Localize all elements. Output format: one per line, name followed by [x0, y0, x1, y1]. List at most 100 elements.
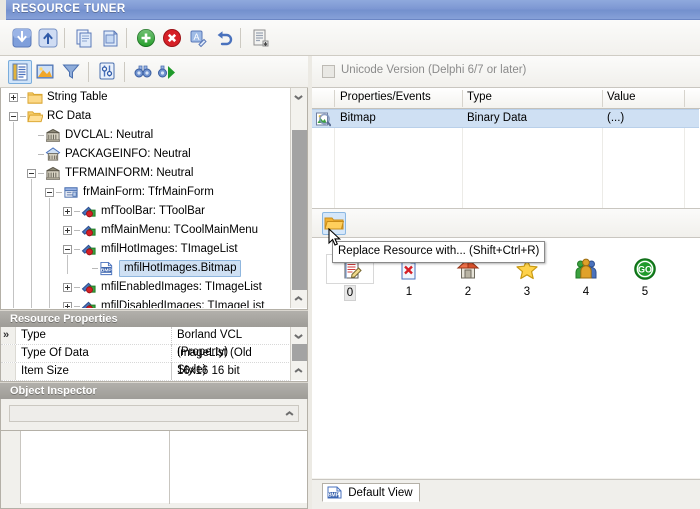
- collapse-node-icon[interactable]: [9, 112, 18, 121]
- tree-item[interactable]: BMP mfilHotImages.Bitmap: [1, 259, 289, 278]
- tree-item-label: TFRMAINFORM: Neutral: [65, 167, 194, 179]
- list-view-button[interactable]: [8, 60, 32, 84]
- properties-vertical-scrollbar[interactable]: [290, 327, 307, 380]
- expand-node-icon[interactable]: [9, 93, 18, 102]
- go-circle-icon: GO: [634, 258, 656, 280]
- image-list-item-index-wrap: 4: [562, 284, 610, 299]
- unicode-version-checkbox[interactable]: [322, 65, 335, 78]
- property-row[interactable]: » Type Borland VCL (Property): [1, 327, 291, 361]
- component-icon: [81, 225, 96, 237]
- find-next-button[interactable]: [156, 60, 180, 84]
- options-button[interactable]: [96, 60, 120, 84]
- properties-scroll-down-button[interactable]: [291, 364, 307, 380]
- expand-node-icon[interactable]: [63, 302, 72, 308]
- tree-connector: [38, 135, 44, 136]
- object-inspector-combo[interactable]: [9, 405, 299, 422]
- tree-item[interactable]: DVCLAL: Neutral: [1, 126, 289, 145]
- title-bar: RESOURCE TUNER: [0, 0, 700, 20]
- image-list-item[interactable]: GO 5: [621, 254, 669, 299]
- find-next-icon: [158, 65, 175, 79]
- tree-item[interactable]: mfilEnabledImages: TImageList: [1, 278, 289, 297]
- object-inspector-panel: [0, 399, 308, 509]
- scrollbar-thumb[interactable]: [292, 130, 307, 290]
- add-resource-button[interactable]: [134, 26, 158, 50]
- tree-item[interactable]: TFRMAINFORM: Neutral: [1, 164, 289, 183]
- rename-icon: A: [190, 30, 207, 48]
- tree-guide-line: [49, 198, 50, 308]
- expand-node-icon[interactable]: [63, 226, 72, 235]
- scroll-up-button[interactable]: [291, 88, 307, 104]
- collapse-node-icon[interactable]: [45, 188, 54, 197]
- folder-open-icon: [27, 111, 43, 123]
- left-pane: String Table RC Data DVCLAL: Neutral PACKAG…: [0, 56, 308, 509]
- tooltip-text: Replace Resource with... (Shift+Ctrl+R): [338, 245, 540, 257]
- image-list-item-thumbnail: GO: [621, 254, 669, 284]
- collapse-node-icon[interactable]: [27, 169, 36, 178]
- app-title: RESOURCE TUNER: [12, 3, 126, 15]
- arrow-up-icon: [38, 28, 58, 48]
- column-header-type[interactable]: Type: [467, 91, 492, 103]
- tooltip: Replace Resource with... (Shift+Ctrl+R): [332, 241, 546, 263]
- column-header-properties[interactable]: Properties/Events: [340, 91, 431, 103]
- tree-item-label: mfilHotImages: TImageList: [101, 243, 238, 255]
- tree-vertical-scrollbar[interactable]: [290, 88, 307, 308]
- collapse-node-icon[interactable]: [63, 245, 72, 254]
- tab-default-view[interactable]: BMP Default View: [322, 483, 420, 502]
- tree-item-label: mfilHotImages.Bitmap: [119, 260, 242, 277]
- undo-button[interactable]: [212, 26, 236, 50]
- property-row[interactable]: Type Of Data ImageList (Old Style): [1, 345, 291, 379]
- image-list-item-index: 4: [582, 286, 590, 298]
- tree-item[interactable]: PACKAGEINFO: Neutral: [1, 145, 289, 164]
- title-bar-left-cap: [0, 0, 6, 20]
- report-button[interactable]: [248, 26, 272, 50]
- header-separator-0: [334, 90, 335, 107]
- view-tab-strip: BMP Default View: [312, 479, 700, 509]
- tree-item[interactable]: frMainForm: TfrMainForm: [1, 183, 289, 202]
- tree-item-label: mfilEnabledImages: TImageList: [101, 281, 262, 293]
- tree-item[interactable]: mfMainMenu: TCoolMainMenu: [1, 221, 289, 240]
- bitmap-icon: [316, 112, 331, 127]
- tree-connector: [74, 306, 80, 307]
- tree-item[interactable]: mfilDisabledImages: TImageList: [1, 297, 289, 308]
- table-row[interactable]: Bitmap Binary Data (...): [312, 109, 699, 128]
- image-list-item-index-wrap: 0: [326, 284, 374, 301]
- properties-scroll-up-button[interactable]: [291, 327, 307, 343]
- rename-resource-button[interactable]: A: [186, 26, 210, 50]
- copy-resource-button[interactable]: [72, 26, 96, 50]
- component-icon: [81, 282, 96, 294]
- cursor-arrow-icon: [328, 227, 341, 246]
- resource-tree[interactable]: String Table RC Data DVCLAL: Neutral PACKAG…: [0, 88, 308, 310]
- toolbar-separator-3: [240, 28, 241, 48]
- image-list-item-index: 2: [464, 286, 472, 298]
- image-view-button[interactable]: [34, 60, 58, 84]
- open-file-button[interactable]: [10, 26, 34, 50]
- image-list-area[interactable]: 0 1 2 3 4 GO 5: [312, 238, 700, 478]
- delete-resource-button[interactable]: [160, 26, 184, 50]
- expand-node-icon[interactable]: [63, 207, 72, 216]
- resource-properties-grid[interactable]: » Type Borland VCL (Property) Type Of Data I…: [0, 327, 308, 382]
- properties-scrollbar-thumb[interactable]: [292, 344, 307, 361]
- column-header-value[interactable]: Value: [607, 91, 636, 103]
- property-value: 16x16 16 bit: [171, 363, 283, 380]
- properties-grid-body[interactable]: Bitmap Binary Data (...): [312, 109, 700, 208]
- save-file-button[interactable]: [36, 26, 60, 50]
- expand-node-icon[interactable]: [63, 283, 72, 292]
- chevron-down-icon: [286, 413, 293, 417]
- filter-button[interactable]: [60, 60, 84, 84]
- paste-resource-button[interactable]: [98, 26, 122, 50]
- tree-item[interactable]: mfilHotImages: TImageList: [1, 240, 289, 259]
- tree-item[interactable]: String Table: [1, 88, 289, 107]
- tree-item[interactable]: RC Data: [1, 107, 289, 126]
- tab-default-view-label: Default View: [348, 487, 413, 499]
- image-list-item[interactable]: 4: [562, 254, 610, 299]
- resource-properties-header: Resource Properties: [0, 310, 308, 327]
- tree-item[interactable]: mfToolBar: TToolBar: [1, 202, 289, 221]
- property-row[interactable]: Item Size 16x16 16 bit: [1, 363, 291, 381]
- toolbar-separator-2: [126, 28, 127, 48]
- scroll-down-button[interactable]: [291, 292, 307, 308]
- plus-circle-icon: [137, 29, 155, 47]
- property-name: Type: [21, 329, 46, 341]
- svg-text:BMP: BMP: [101, 268, 113, 274]
- find-button[interactable]: [132, 60, 156, 84]
- object-inspector-grid[interactable]: [1, 430, 307, 504]
